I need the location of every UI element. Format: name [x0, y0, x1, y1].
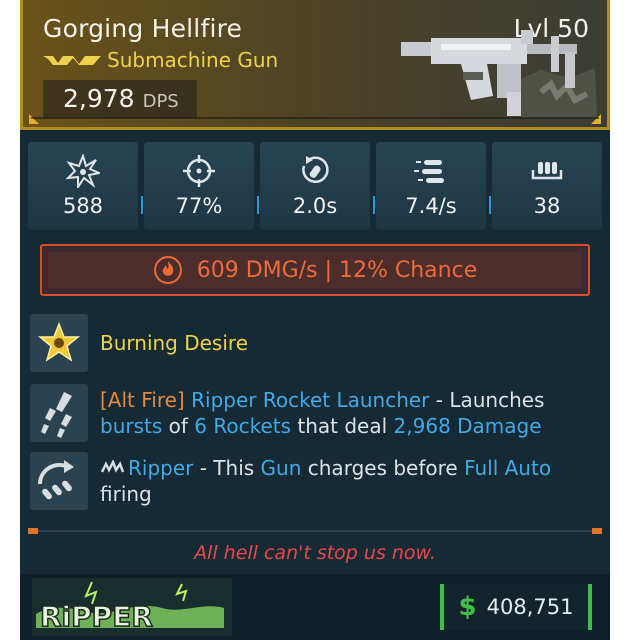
legendary-star-icon	[37, 321, 81, 362]
dps-display: 2,978 DPS	[43, 80, 197, 118]
manufacturer-perk-icon-box	[30, 452, 88, 510]
spin-up-icon	[38, 460, 74, 500]
magazine-icon	[531, 162, 563, 180]
fire-icon	[153, 256, 182, 284]
weapon-name: Gorging Hellfire	[43, 14, 243, 43]
stat-value: 38	[533, 194, 561, 218]
price-value: 408,751	[486, 595, 574, 619]
weapon-type: Submachine Gun	[107, 48, 279, 72]
stat-accuracy: 77%	[144, 142, 259, 230]
legendary-perk-icon-box	[30, 314, 88, 372]
fire-rate-icon	[414, 160, 444, 183]
elemental-text: 609 DMG/s | 12% Chance	[196, 257, 478, 283]
ripper-manufacturer-logo: RiPPER	[32, 578, 232, 636]
stat-damage: 588	[28, 142, 143, 230]
reload-icon	[302, 156, 329, 183]
damage-burst-icon	[66, 154, 100, 188]
section-divider	[28, 530, 602, 532]
flavor-text: All hell can't stop us now.	[194, 542, 436, 564]
weapon-stats: 588 77% 2.0s 7.4/s 38	[28, 142, 602, 230]
alt-fire-tag: [Alt Fire]	[100, 388, 185, 412]
stat-magazine: 38	[492, 142, 602, 230]
alt-fire-name: Ripper Rocket Launcher	[191, 388, 430, 412]
weapon-rarity: Submachine Gun	[43, 48, 278, 72]
legendary-perk-name: Burning Desire	[100, 331, 248, 355]
stat-fire-rate: 7.4/s	[376, 142, 491, 230]
legendary-rarity-icon	[43, 56, 101, 65]
crosshair-icon	[183, 155, 215, 187]
elemental-effect: 609 DMG/s | 12% Chance	[40, 244, 590, 296]
currency-icon: $	[458, 592, 477, 622]
dps-value: 2,978	[63, 84, 135, 113]
stat-value: 77%	[175, 194, 223, 218]
rocket-icon	[41, 392, 72, 438]
svg-text:RiPPER: RiPPER	[40, 600, 153, 633]
stat-reload: 2.0s	[260, 142, 375, 230]
stat-value: 2.0s	[292, 194, 338, 218]
stat-value: 7.4/s	[405, 194, 457, 218]
dps-unit: DPS	[142, 91, 179, 112]
stat-value: 588	[62, 194, 104, 218]
weapon-card: Gorging Hellfire Lvl 50 Submachine Gun 2…	[20, 0, 610, 640]
alt-fire-perk-text: [Alt Fire] Ripper Rocket Launcher - Laun…	[100, 388, 545, 438]
alt-fire-icon-box	[30, 384, 88, 442]
weapon-header: Gorging Hellfire Lvl 50 Submachine Gun 2…	[20, 0, 610, 130]
corner-marker-icon	[591, 114, 601, 124]
item-footer: RiPPER $ 408,751	[20, 574, 610, 640]
corner-marker-icon	[29, 114, 39, 124]
item-price: $ 408,751	[440, 584, 592, 630]
ripper-logo-icon	[100, 458, 125, 473]
manufacturer-perk-text: Ripper - This Gun charges before Full Au…	[100, 456, 552, 506]
weapon-image	[401, 30, 597, 118]
